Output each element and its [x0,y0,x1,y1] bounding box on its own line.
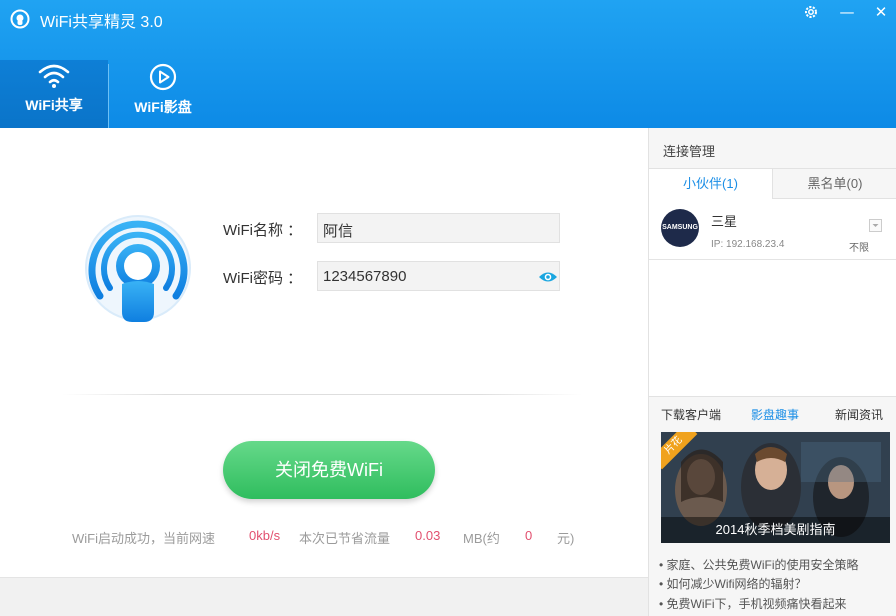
promo-banner[interactable]: 片花 2014秋季档美剧指南 [661,432,890,543]
status-prefix: WiFi启动成功，当前网速 [72,531,215,546]
wifi-name-label: WiFi名称 ： [223,222,303,239]
news-item[interactable]: • 家庭、公共免费WiFi的使用安全策略 [659,556,859,573]
sidebar-title: 连接管理 [663,144,716,159]
play-icon [149,63,177,91]
connection-sidebar: 连接管理 小伙伴(1) 黑名单(0) SAMSUNG 三星 IP: 192.16… [648,128,896,616]
tab-label: WiFi影盘 [134,99,192,115]
status-saved-label: 本次已节省流量 [299,531,391,546]
tab-label: WiFi共享 [25,97,83,113]
title-bar: WiFi共享精灵 3.0 — ✕ WiFi共享 WiFi影盘 [0,0,896,128]
tab-download-client[interactable]: 下载客户端 [661,406,721,423]
eye-icon[interactable] [538,270,558,284]
status-saved-value: 0.03 [415,528,441,543]
news-tabs: 下载客户端 影盘趣事 新闻资讯 [649,397,896,429]
device-list-item[interactable]: SAMSUNG 三星 IP: 192.168.23.4 不限 [649,199,896,260]
tab-wifi-disk[interactable]: WiFi影盘 [109,60,217,128]
tab-friends[interactable]: 小伙伴(1) [649,169,773,199]
news-item[interactable]: • 如何减少Wifi网络的辐射？ [659,575,807,592]
bottom-bar [0,577,648,616]
tab-blacklist[interactable]: 黑名单(0) [773,169,896,199]
app-title: WiFi共享精灵 3.0 [40,14,163,31]
wifi-password-input[interactable]: 1234567890 [317,261,560,291]
status-unit: MB(约 [463,531,500,546]
status-money-unit: 元) [557,531,575,546]
sidebar-tabs: 小伙伴(1) 黑名单(0) [649,168,896,199]
tab-disk-stories[interactable]: 影盘趣事 [751,406,799,423]
wifi-name-input[interactable]: 阿信 [317,213,560,243]
wifi-person-logo-icon [85,215,191,322]
avatar: SAMSUNG [661,209,699,247]
banner-caption: 2014秋季档美剧指南 [661,517,890,543]
device-speed-limit: 不限 [849,243,869,254]
status-money: 0 [525,528,533,543]
wifi-password-label: WiFi密码 ： [223,270,303,287]
toggle-wifi-button[interactable]: 关闭免费WiFi [223,441,435,499]
gear-icon [805,6,817,18]
wifi-icon [38,64,70,88]
device-name: 三星 [711,214,738,229]
device-options-dropdown[interactable] [869,219,882,232]
main-panel: WiFi名称 ： 阿信 WiFi密码 ： 1234567890 关闭免费WiFi… [0,128,648,616]
news-item[interactable]: • 免费WiFi下，手机视频痛快看起来 [659,595,847,612]
section-divider [62,394,582,395]
chevron-down-icon [872,224,879,227]
status-speed: 0kb/s [249,528,281,543]
settings-button[interactable] [800,2,822,22]
app-logo-icon [10,9,30,29]
tab-wifi-share[interactable]: WiFi共享 [0,60,108,128]
device-ip: IP: 192.168.23.4 [711,239,785,250]
tab-news[interactable]: 新闻资讯 [835,406,883,423]
minimize-button[interactable]: — [836,2,858,22]
device-list-empty-area [649,260,896,397]
close-button[interactable]: ✕ [870,2,892,22]
